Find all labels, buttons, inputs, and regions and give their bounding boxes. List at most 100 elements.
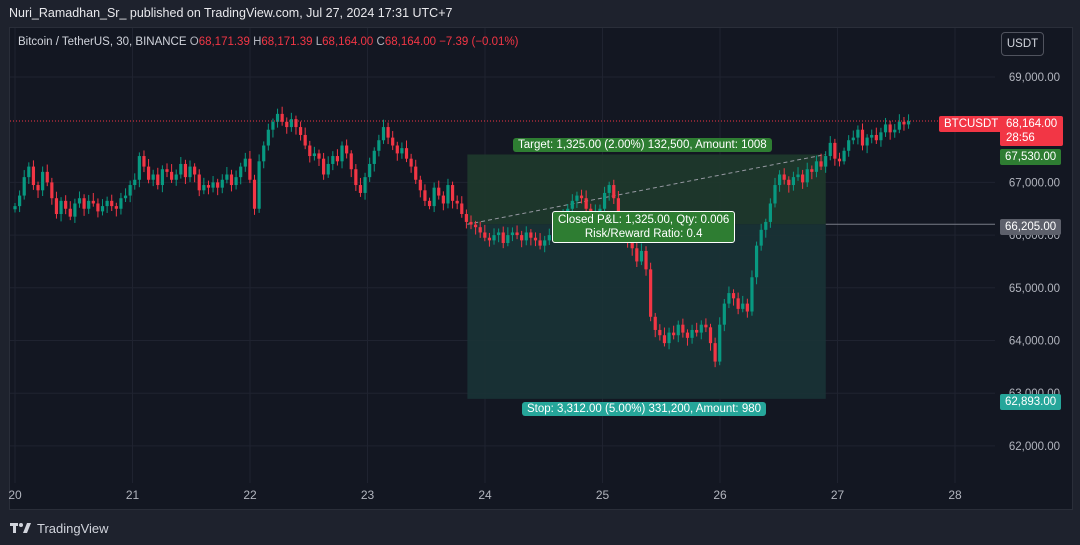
last-price-tag: 68,164.00 28:56 bbox=[1000, 116, 1064, 146]
candle-body bbox=[644, 250, 648, 270]
risk-reward-text: Risk/Reward Ratio: 0.4 bbox=[584, 228, 703, 240]
candle-body bbox=[842, 150, 846, 162]
candle-body bbox=[874, 134, 878, 141]
candle-body bbox=[36, 185, 40, 191]
candle-body bbox=[879, 132, 883, 141]
open-value: 68,171.39 bbox=[198, 36, 250, 48]
candle-body bbox=[414, 166, 418, 180]
candle-body bbox=[170, 171, 174, 180]
candle-body bbox=[234, 177, 238, 186]
price-tick-label: 65,000.00 bbox=[1009, 283, 1060, 295]
candle-body bbox=[22, 177, 26, 196]
candle-body bbox=[722, 303, 726, 325]
candle-body bbox=[856, 129, 860, 138]
candle-body bbox=[538, 240, 542, 246]
candle-body bbox=[437, 187, 441, 196]
candle-body bbox=[377, 140, 381, 151]
candle-body bbox=[570, 200, 574, 209]
candle-body bbox=[289, 119, 293, 128]
candle-body bbox=[114, 206, 118, 209]
candle-body bbox=[639, 250, 644, 262]
candle-body bbox=[216, 182, 220, 188]
target-price-tag: 67,530.00 bbox=[1000, 149, 1062, 165]
candle-body bbox=[612, 185, 616, 199]
candle-body bbox=[478, 227, 482, 233]
candle-body bbox=[322, 158, 326, 175]
symbol-tag: BTCUSDT bbox=[939, 116, 1004, 132]
candle-body bbox=[731, 293, 736, 299]
candle-body bbox=[870, 134, 874, 138]
candle-body bbox=[110, 200, 114, 207]
candle-body bbox=[404, 148, 409, 159]
candle-body bbox=[220, 179, 224, 188]
candle-body bbox=[529, 232, 533, 238]
candle-body bbox=[193, 166, 197, 175]
candle-body bbox=[814, 161, 819, 172]
candle-body bbox=[160, 169, 164, 186]
candlestick-chart[interactable]: 69,000.0067,000.0066,000.0065,000.0064,0… bbox=[0, 0, 1080, 545]
candle-body bbox=[229, 174, 234, 186]
position-zones bbox=[467, 153, 826, 399]
candle-body bbox=[796, 174, 800, 178]
candle-body bbox=[294, 119, 298, 128]
candle-body bbox=[349, 153, 353, 170]
candle-body bbox=[635, 248, 639, 262]
symbol-info: Bitcoin / TetherUS, 30, BINANCE O68,171.… bbox=[18, 36, 519, 48]
candle-body bbox=[501, 232, 505, 244]
candle-body bbox=[363, 177, 367, 193]
candle-body bbox=[653, 316, 657, 330]
candle-body bbox=[100, 206, 105, 212]
candle-body bbox=[897, 121, 901, 130]
candle-body bbox=[676, 324, 680, 336]
candle-body bbox=[768, 203, 772, 222]
candle-body bbox=[211, 182, 215, 188]
candle-body bbox=[667, 332, 671, 344]
candle-body bbox=[446, 185, 450, 204]
change-value: −7.39 (−0.01%) bbox=[439, 36, 519, 48]
candle-body bbox=[533, 237, 538, 241]
time-tick-label: 27 bbox=[831, 488, 845, 502]
price-tick-label: 69,000.00 bbox=[1009, 72, 1060, 84]
candle-body bbox=[469, 221, 473, 225]
time-tick-label: 25 bbox=[596, 488, 610, 502]
candle-body bbox=[298, 127, 303, 135]
candle-body bbox=[819, 161, 823, 167]
candle-body bbox=[893, 129, 897, 133]
candle-body bbox=[248, 158, 252, 180]
candle-body bbox=[137, 156, 141, 180]
candle-body bbox=[179, 163, 183, 175]
candle-body bbox=[312, 153, 316, 157]
countdown: 28:56 bbox=[1006, 132, 1035, 144]
candle-body bbox=[658, 329, 662, 336]
candle-body bbox=[381, 127, 386, 141]
candle-body bbox=[782, 174, 786, 180]
candle-body bbox=[520, 235, 524, 241]
candle-body bbox=[704, 324, 708, 328]
candle-body bbox=[851, 137, 855, 141]
close-label: C bbox=[376, 36, 385, 48]
candle-body bbox=[515, 232, 519, 236]
stop-zone bbox=[467, 224, 826, 399]
candle-body bbox=[497, 232, 501, 236]
candle-body bbox=[331, 156, 335, 164]
candle-body bbox=[345, 145, 349, 154]
candle-body bbox=[225, 174, 229, 180]
candle-body bbox=[303, 134, 307, 146]
candle-body bbox=[285, 121, 289, 128]
currency-button[interactable]: USDT bbox=[1001, 32, 1044, 56]
candle-body bbox=[105, 200, 109, 207]
candle-body bbox=[607, 185, 611, 193]
candle-body bbox=[681, 324, 685, 333]
time-tick-label: 20 bbox=[8, 488, 22, 502]
candle-body bbox=[699, 324, 703, 333]
candle-body bbox=[358, 185, 363, 193]
candle-body bbox=[506, 235, 510, 244]
candle-body bbox=[257, 161, 261, 209]
candle-body bbox=[547, 235, 551, 241]
time-tick-label: 24 bbox=[478, 488, 492, 502]
open-label: O bbox=[189, 36, 199, 48]
candle-body bbox=[64, 200, 68, 209]
closed-pnl-text: Closed P&L: 1,325.00, Qty: 0.006 bbox=[558, 214, 730, 226]
time-tick-label: 23 bbox=[361, 488, 375, 502]
candle-body bbox=[239, 166, 243, 178]
